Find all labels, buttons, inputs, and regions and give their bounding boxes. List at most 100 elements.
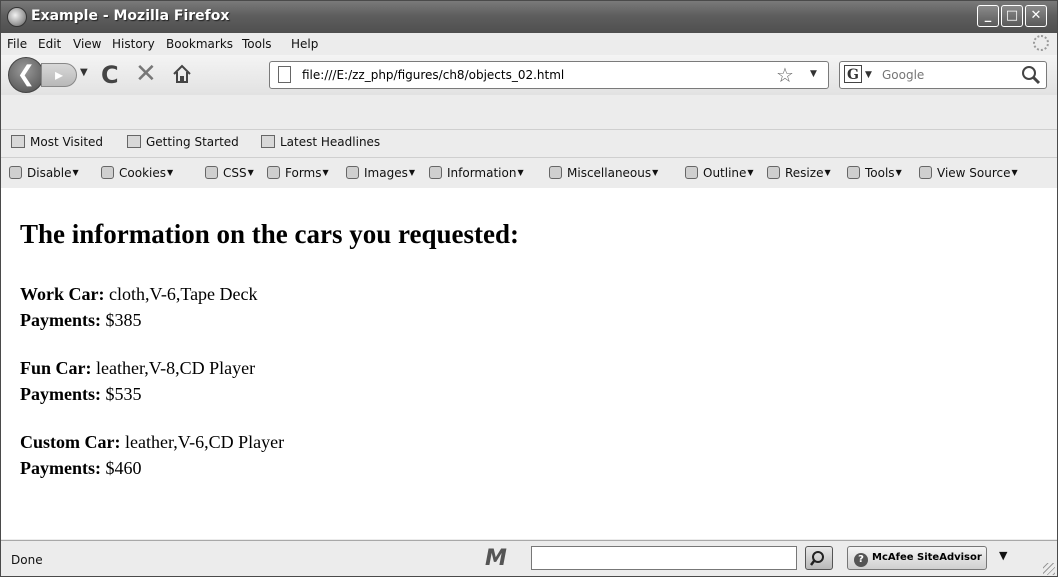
page-heading: The information on the cars you requeste… [20,219,519,249]
close-button[interactable]: ✕ [1025,5,1047,27]
dev-view-source[interactable]: View Source▼ [919,166,1018,180]
engine-dropdown-icon[interactable]: ▼ [865,70,872,80]
history-dropdown-icon[interactable]: ▼ [80,67,88,78]
dev-label: Tools [865,166,895,180]
dev-label: Images [364,166,408,180]
car-features: leather,V-8,CD Player [96,358,256,378]
dev-label: Miscellaneous [567,166,652,180]
maximize-button[interactable]: □ [1001,5,1023,27]
menu-bar: File Edit View History Bookmarks Tools H… [1,33,1057,55]
dev-tools[interactable]: Tools▼ [847,166,902,180]
menu-file[interactable]: File [7,37,27,51]
siteadvisor-dropdown-icon[interactable]: ▼ [999,549,1007,562]
menu-view[interactable]: View [73,37,101,51]
rss-feed-icon [261,135,275,148]
status-search-box[interactable] [531,546,797,570]
google-engine-icon[interactable]: G [844,65,862,83]
siteadvisor-button[interactable]: ? McAfee SiteAdvisor [847,546,987,570]
dev-information[interactable]: Information▼ [429,166,524,180]
bookmark-getting-started[interactable]: Getting Started [127,135,239,149]
search-icon [810,551,824,566]
resize-icon [767,166,780,179]
car-custom: Custom Car: leather,V-6,CD Player Paymen… [20,429,284,481]
css-icon [205,166,218,179]
miscellaneous-icon [549,166,562,179]
payments-value: $460 [105,458,142,478]
dev-css[interactable]: CSS▼ [205,166,254,180]
bookmark-most-visited[interactable]: Most Visited [11,135,103,149]
menu-tools[interactable]: Tools [242,37,272,51]
dev-resize[interactable]: Resize▼ [767,166,831,180]
page-content: The information on the cars you requeste… [1,188,1057,539]
payments-label: Payments: [20,458,101,478]
bookmarks-toolbar: Most Visited Getting Started Latest Head… [1,129,1057,156]
car-fun: Fun Car: leather,V-8,CD Player Payments:… [20,355,255,407]
bookmark-label: Latest Headlines [280,135,381,149]
minimize-button[interactable]: _ [977,5,999,27]
dev-disable[interactable]: Disable▼ [9,166,79,180]
dev-miscellaneous[interactable]: Miscellaneous▼ [549,166,658,180]
menu-history[interactable]: History [112,37,155,51]
getting-started-icon [127,135,141,148]
menu-bookmarks[interactable]: Bookmarks [166,37,233,51]
payments-value: $535 [105,384,142,404]
address-bar[interactable]: ☆ ▼ [269,61,829,89]
bookmark-latest-headlines[interactable]: Latest Headlines [261,135,380,149]
dev-outline[interactable]: Outline▼ [685,166,754,180]
car-work: Work Car: cloth,V-6,Tape Deck Payments: … [20,281,258,333]
forms-icon [267,166,280,179]
forward-button[interactable]: ▸ [41,63,77,87]
images-icon [346,166,359,179]
reload-button[interactable]: C [101,61,119,89]
url-dropdown-icon[interactable]: ▼ [810,69,817,79]
help-icon: ? [854,553,868,567]
bookmark-label: Most Visited [30,135,104,149]
browser-window: Example - Mozilla Firefox _ □ ✕ File Edi… [0,0,1058,577]
web-developer-toolbar: Disable▼ Cookies▼ CSS▼ Forms▼ Images▼ In… [1,157,1057,189]
car-features: cloth,V-6,Tape Deck [109,284,258,304]
most-visited-icon [11,135,25,148]
dev-label: CSS [223,166,247,180]
search-bar[interactable]: G ▼ [839,61,1047,89]
search-icon[interactable] [1020,64,1042,86]
search-input[interactable] [882,66,1012,84]
dev-images[interactable]: Images▼ [346,166,415,180]
bookmark-label: Getting Started [146,135,239,149]
dev-forms[interactable]: Forms▼ [267,166,329,180]
status-bar: Done M ? McAfee SiteAdvisor ▼ [1,540,1057,576]
information-icon [429,166,442,179]
dev-label: Disable [27,166,72,180]
car-label: Work Car: [20,284,105,304]
payments-label: Payments: [20,310,101,330]
car-features: leather,V-6,CD Player [125,432,285,452]
url-input[interactable] [302,65,722,85]
car-label: Custom Car: [20,432,121,452]
status-search-input[interactable] [536,549,786,567]
menu-help[interactable]: Help [291,37,318,51]
status-text: Done [11,553,43,567]
status-search-button[interactable] [805,546,833,570]
firefox-logo-icon [7,7,27,27]
mcafee-m-logo-icon: M [485,546,507,571]
menu-edit[interactable]: Edit [38,37,61,51]
outline-icon [685,166,698,179]
dev-label: Forms [285,166,322,180]
car-label: Fun Car: [20,358,92,378]
navigation-toolbar: ❮ ▸ ▼ C ✕ ☆ ▼ G ▼ [1,55,1057,95]
cookies-icon [101,166,114,179]
dev-label: Outline [703,166,747,180]
dev-label: Information [447,166,517,180]
dev-label: Resize [785,166,824,180]
window-title: Example - Mozilla Firefox [31,8,230,24]
back-button[interactable]: ❮ [8,57,44,93]
resize-grip-icon[interactable] [1043,563,1055,575]
home-icon[interactable] [171,63,193,85]
dev-label: Cookies [119,166,166,180]
payments-value: $385 [105,310,142,330]
tools-icon [847,166,860,179]
dev-cookies[interactable]: Cookies▼ [101,166,173,180]
dev-label: View Source [937,166,1011,180]
payments-label: Payments: [20,384,101,404]
stop-button[interactable]: ✕ [135,60,157,88]
bookmark-star-icon[interactable]: ☆ [776,63,794,87]
